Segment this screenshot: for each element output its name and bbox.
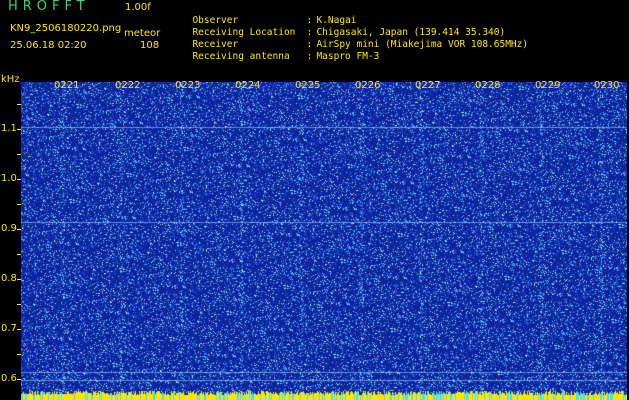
- info-separator: :: [306, 51, 313, 62]
- freq-label: 0.6: [1, 373, 17, 384]
- time-label: 0222: [115, 80, 141, 91]
- freq-label: 1.1: [1, 123, 17, 134]
- frequency-unit-label: kHz: [1, 74, 20, 85]
- time-label: 0226: [355, 80, 381, 91]
- time-label: 0225: [295, 80, 321, 91]
- y-tick: [17, 254, 21, 255]
- time-label: 0228: [475, 80, 501, 91]
- info-row-antenna: Receiving antenna: Maspro FM-3: [181, 39, 379, 63]
- y-tick: [17, 204, 21, 205]
- y-tick: [17, 379, 21, 380]
- y-tick: [17, 329, 21, 330]
- time-label: 0223: [175, 80, 201, 91]
- time-label: 0230: [594, 80, 620, 91]
- meteor-label: meteor: [124, 28, 161, 39]
- capture-datetime: 25.06.18 02:20: [10, 40, 87, 51]
- y-tick: [17, 304, 21, 305]
- time-label: 0224: [235, 80, 261, 91]
- app-version: 1.00f: [125, 2, 151, 13]
- freq-label: 1.0: [1, 173, 17, 184]
- y-tick: [17, 354, 21, 355]
- file-name: KN9_2506180220.png: [10, 23, 122, 34]
- spectrogram: [21, 82, 627, 400]
- info-label: Receiving antenna: [192, 51, 290, 62]
- time-label: 0227: [415, 80, 441, 91]
- info-value: Maspro FM-3: [316, 51, 380, 62]
- app-title: HROFFT: [8, 0, 90, 14]
- freq-label: 0.7: [1, 323, 17, 334]
- time-label: 0229: [535, 80, 561, 91]
- y-tick: [17, 104, 21, 105]
- time-label: 0221: [54, 80, 80, 91]
- freq-label: 0.9: [1, 223, 17, 234]
- y-tick: [17, 279, 21, 280]
- y-tick: [17, 129, 21, 130]
- spectrogram-canvas: [21, 82, 627, 400]
- y-tick: [17, 229, 21, 230]
- y-tick: [17, 179, 21, 180]
- meteor-count: 108: [140, 40, 160, 51]
- freq-label: 0.8: [1, 273, 17, 284]
- y-tick: [17, 154, 21, 155]
